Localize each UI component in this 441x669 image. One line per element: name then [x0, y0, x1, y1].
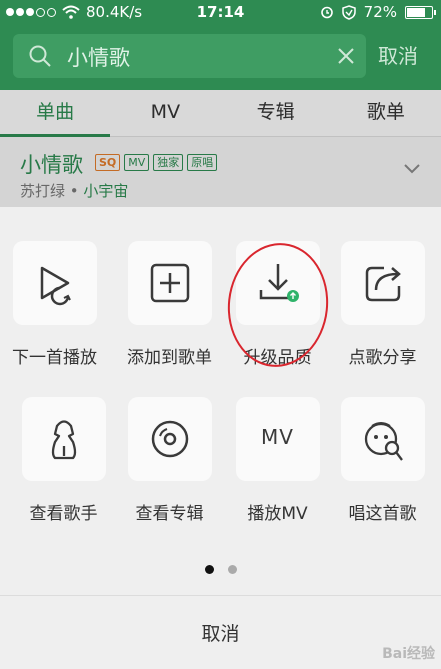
watermark: Bai经验: [382, 646, 435, 662]
action-view-singer[interactable]: 查看歌手: [10, 397, 117, 524]
action-share[interactable]: 点歌分享: [329, 241, 436, 368]
battery-icon: [405, 5, 436, 19]
action-tile: [127, 397, 212, 481]
search-box[interactable]: [13, 34, 366, 80]
page-indicator: [0, 565, 441, 574]
action-label: 播放MV: [247, 504, 308, 524]
action-label: 查看专辑: [135, 504, 204, 524]
action-add-to-playlist[interactable]: 添加到歌单: [116, 241, 223, 368]
dim-overlay[interactable]: [0, 90, 441, 210]
action-view-album[interactable]: 查看专辑: [116, 397, 223, 524]
action-label: 下一首播放: [12, 348, 97, 368]
search-icon: [29, 45, 51, 67]
action-label: 唱这首歌: [348, 504, 417, 524]
page-dot-active[interactable]: [204, 565, 214, 574]
mv-icon: MV: [261, 425, 294, 449]
action-tile: [21, 397, 106, 481]
sheet-cancel-button[interactable]: 取消: [0, 619, 441, 646]
sheet-divider: [0, 595, 441, 596]
action-tile: MV: [235, 397, 320, 481]
clear-icon[interactable]: [336, 46, 356, 66]
action-tile: [340, 397, 425, 481]
album-disc-icon: [151, 420, 188, 458]
play-next-icon: [40, 266, 71, 306]
action-label: 点歌分享: [348, 348, 417, 368]
search-input[interactable]: [65, 34, 329, 80]
add-to-playlist-icon: [150, 263, 189, 303]
action-play-mv[interactable]: MV 播放MV: [224, 397, 331, 524]
alarm-icon: [320, 6, 333, 19]
karaoke-icon: [364, 422, 403, 461]
action-label: 查看歌手: [29, 504, 98, 524]
app-header: 80.4K/s 17:14 72% 取消: [0, 0, 441, 90]
page-dot[interactable]: [227, 565, 237, 574]
status-bar: 80.4K/s 17:14 72%: [0, 0, 441, 26]
status-right: 72%: [320, 3, 436, 21]
action-label: 添加到歌单: [127, 348, 212, 368]
action-tile: [340, 241, 425, 325]
share-icon: [365, 266, 401, 302]
battery-percent: 72%: [363, 3, 397, 21]
vpn-shield-icon: [341, 4, 356, 20]
search-cancel-button[interactable]: 取消: [378, 40, 418, 69]
action-play-next[interactable]: 下一首播放: [1, 241, 108, 368]
singer-icon: [51, 420, 76, 460]
action-sing-this-song[interactable]: 唱这首歌: [329, 397, 436, 524]
action-tile: [127, 241, 212, 325]
action-tile: [12, 241, 97, 325]
action-sheet: 下一首播放 添加到歌单 升级品质 点歌分享 查看歌手 查看专辑 MV 播放MV …: [0, 207, 441, 669]
